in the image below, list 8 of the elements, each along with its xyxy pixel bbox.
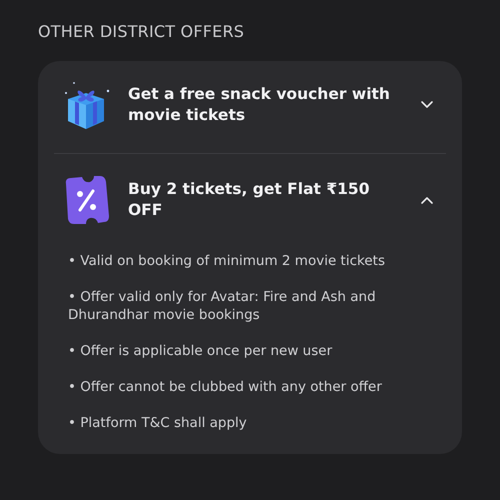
offer-term: • Offer cannot be clubbed with any other offer xyxy=(68,378,383,396)
section-title: OTHER DISTRICT OFFERS xyxy=(38,22,246,41)
offer-term: • Platform T&C shall apply xyxy=(68,414,248,432)
offer-term: • Valid on booking of minimum 2 movie tickets xyxy=(68,252,386,270)
offer-term: • Offer is applicable once per new user xyxy=(68,342,334,360)
offer-title[interactable]: Get a free snack voucher with movie tickets xyxy=(128,84,404,126)
offer-title[interactable]: Buy 2 tickets, get Flat ₹150 OFF xyxy=(128,179,404,221)
offer-term: • Offer valid only for Avatar: Fire and Ash and Dhurandhar movie bookings xyxy=(68,288,377,324)
